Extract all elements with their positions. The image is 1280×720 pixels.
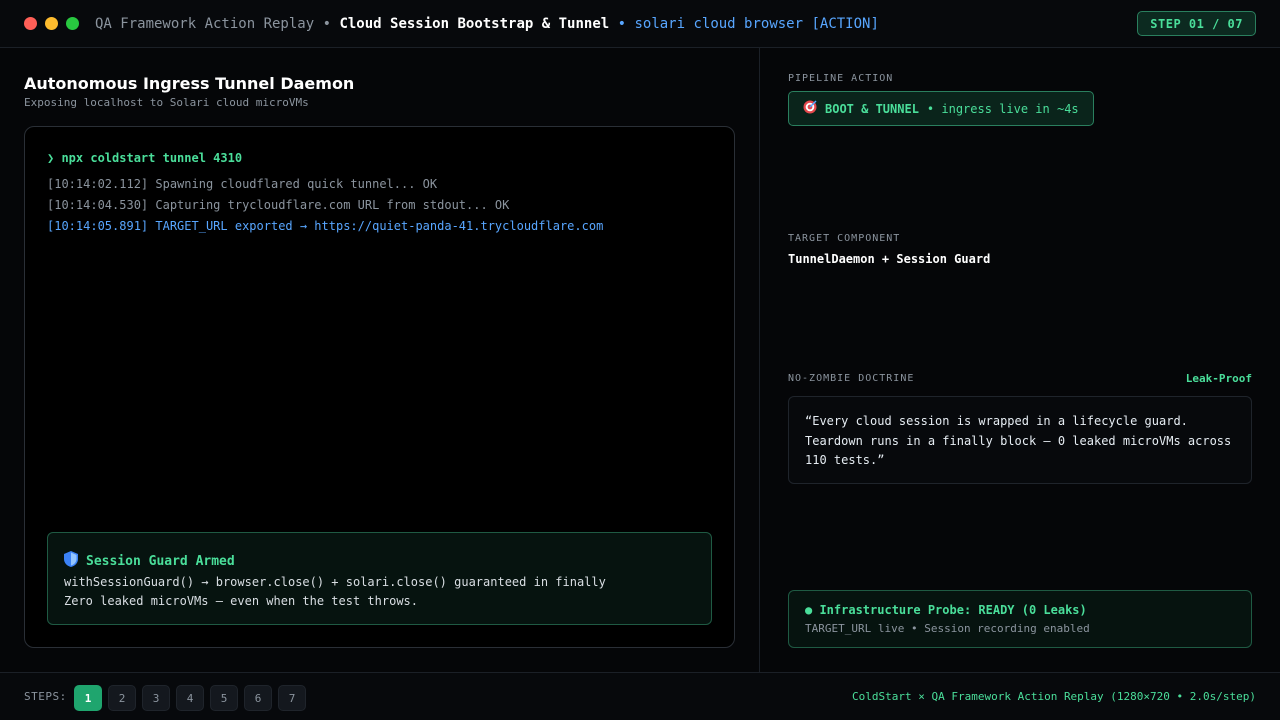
close-window-button[interactable]: [24, 17, 37, 30]
minimize-window-button[interactable]: [45, 17, 58, 30]
infrastructure-probe-card: ● Infrastructure Probe: READY (0 Leaks) …: [788, 590, 1252, 648]
terminal-window: ❯ npx coldstart tunnel 4310 [10:14:02.11…: [24, 126, 735, 648]
step-button-6[interactable]: 6: [244, 685, 272, 711]
terminal-log-line: [10:14:02.112] Spawning cloudflared quic…: [47, 177, 438, 191]
target-component-name: TunnelDaemon + Session Guard: [788, 252, 991, 266]
title-main: Cloud Session Bootstrap & Tunnel: [339, 15, 610, 32]
step-button-4[interactable]: 4: [176, 685, 204, 711]
title-bar: QA Framework Action Replay • Cloud Sessi…: [0, 0, 1280, 48]
footer-bar: STEPS: 1 2 3 4 5 6 7 ColdStart × QA Fram…: [0, 672, 1280, 720]
terminal-command: ❯ npx coldstart tunnel 4310: [47, 151, 243, 165]
terminal-log-line: [10:14:04.530] Capturing trycloudflare.c…: [47, 198, 510, 212]
shield-icon: [64, 551, 78, 571]
step-button-3[interactable]: 3: [142, 685, 170, 711]
session-guard-title: Session Guard Armed: [64, 551, 235, 571]
session-guard-line: Zero leaked microVMs — even when the tes…: [64, 594, 419, 608]
session-guard-line: withSessionGuard() → browser.close() + s…: [64, 575, 606, 589]
step-button-7[interactable]: 7: [278, 685, 306, 711]
session-guard-card: Session Guard Armed withSessionGuard() →…: [47, 532, 712, 625]
step-badge: STEP 01 / 07: [1137, 11, 1256, 36]
pipeline-action-label: PIPELINE ACTION: [788, 73, 894, 84]
target-icon: [803, 100, 817, 117]
leak-proof-tag: Leak-Proof: [1185, 372, 1252, 385]
footer-caption: ColdStart × QA Framework Action Replay (…: [852, 690, 1256, 703]
pipeline-action-pill: BOOT & TUNNEL • ingress live in ~4s: [788, 91, 1094, 126]
doctrine-quote: “Every cloud session is wrapped in a lif…: [788, 396, 1252, 484]
step-navigator: 1 2 3 4 5 6 7: [74, 685, 306, 711]
probe-status: ● Infrastructure Probe: READY (0 Leaks): [805, 603, 1087, 617]
left-panel: Autonomous Ingress Tunnel Daemon Exposin…: [0, 48, 760, 672]
title-prefix: QA Framework Action Replay •: [95, 15, 332, 32]
probe-detail: TARGET_URL live • Session recording enab…: [805, 622, 1090, 635]
window-controls: [24, 17, 79, 30]
steps-label: STEPS:: [24, 690, 67, 703]
step-button-2[interactable]: 2: [108, 685, 136, 711]
window-title: QA Framework Action Replay • Cloud Sessi…: [95, 16, 879, 32]
pipeline-action-detail: • ingress live in ~4s: [926, 101, 1079, 116]
right-panel: PIPELINE ACTION BOOT & TUNNEL • ingress …: [760, 48, 1280, 672]
maximize-window-button[interactable]: [66, 17, 79, 30]
target-component-label: TARGET COMPONENT: [788, 233, 901, 244]
step-button-1[interactable]: 1: [74, 685, 102, 711]
pipeline-action-name: BOOT & TUNNEL: [825, 101, 919, 116]
panel-subheading: Exposing localhost to Solari cloud micro…: [24, 96, 309, 109]
terminal-log-line-target-url: [10:14:05.891] TARGET_URL exported → htt…: [47, 219, 604, 233]
step-button-5[interactable]: 5: [210, 685, 238, 711]
title-suffix: • solari cloud browser [ACTION]: [617, 15, 879, 32]
doctrine-label: NO-ZOMBIE DOCTRINE: [788, 373, 915, 384]
session-guard-title-text: Session Guard Armed: [86, 553, 235, 569]
panel-heading: Autonomous Ingress Tunnel Daemon: [24, 74, 355, 93]
